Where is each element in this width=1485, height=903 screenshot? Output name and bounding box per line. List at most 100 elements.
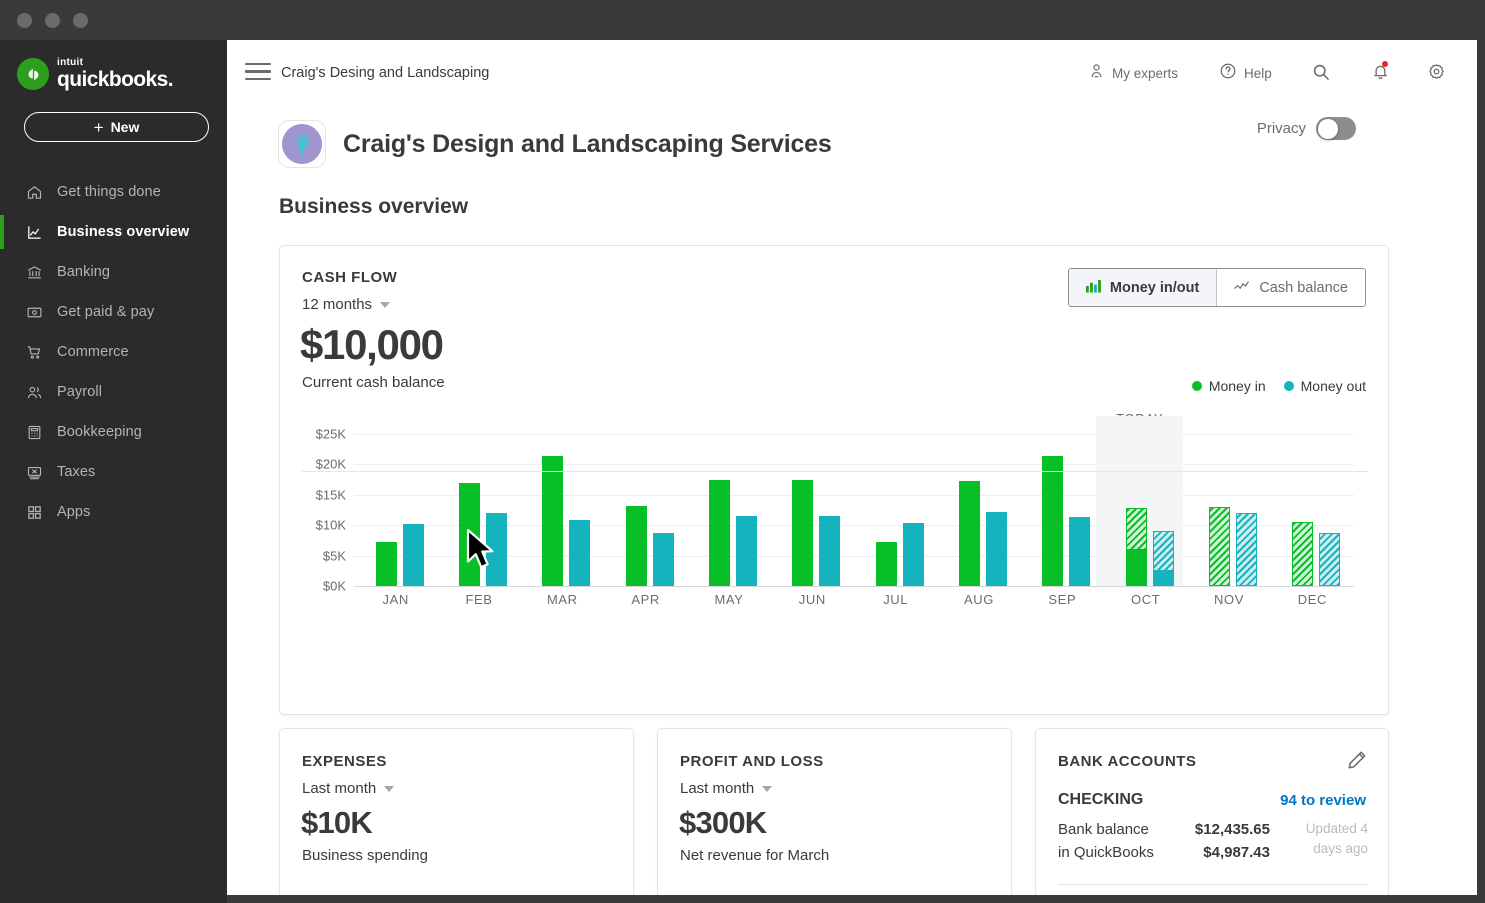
window-maximize-button[interactable] [73,13,88,28]
chart-bar[interactable] [1125,508,1147,586]
chart-bar-actual-portion [1125,548,1147,585]
sidebar-item-payroll[interactable]: Payroll [0,372,227,412]
privacy-toggle[interactable] [1316,117,1356,140]
chart-bar-group[interactable] [1292,434,1341,586]
chart-bar[interactable] [875,542,897,586]
chart-bar[interactable] [625,505,647,586]
window-minimize-button[interactable] [45,13,60,28]
my-experts-button[interactable]: My experts [1088,62,1178,85]
chart-bar-group[interactable] [459,434,507,586]
sidebar-item-label: Apps [57,504,91,520]
sidebar-item-label: Business overview [57,224,190,240]
chart-bar[interactable] [819,516,841,586]
sidebar-item-bookkeeping[interactable]: Bookkeeping [0,412,227,452]
chart-bar-group[interactable] [1125,434,1174,586]
sidebar-item-commerce[interactable]: Commerce [0,332,227,372]
new-button[interactable]: + New [24,112,209,142]
window-close-button[interactable] [17,13,32,28]
sidebar-item-get-paid-and-pay[interactable]: Get paid & pay [0,292,227,332]
chart-bar-group[interactable] [542,434,591,586]
breadcrumb: Craig's Desing and Landscaping [281,65,490,81]
sidebar-item-apps[interactable]: Apps [0,492,227,532]
sidebar-item-label: Banking [57,264,111,280]
chart-bar[interactable] [709,480,730,586]
chart-bar[interactable] [1069,517,1091,586]
sidebar-item-business-overview[interactable]: Business overview [0,212,227,252]
company-avatar-plant-icon [282,124,322,164]
chart-bar[interactable] [402,523,424,586]
chart-bar[interactable] [959,481,980,586]
plus-icon: + [93,117,104,137]
application-window: intuit quickbooks. + New Get things done [0,0,1485,903]
chart-bar-group[interactable] [625,434,674,586]
pencil-icon[interactable] [1346,749,1368,776]
chart-bar-group[interactable] [1209,434,1257,586]
chart-bar[interactable] [792,480,814,586]
bank-row-value: $4,987.43 [1203,844,1270,861]
chart-bar-group[interactable] [792,434,841,586]
company-name: Craig's Design and Landscaping Services [343,129,832,158]
legend-label-money-out: Money out [1300,378,1366,394]
chart-bar[interactable] [1236,513,1257,586]
sidebar-nav: Get things done Business overview Bankin… [0,172,227,532]
chart-y-tick-label: $5K [322,548,346,564]
expenses-period-dropdown[interactable]: Last month [302,780,395,797]
notifications-button[interactable] [1371,61,1390,86]
privacy-toggle-knob [1317,118,1338,139]
quickbooks-logo: intuit quickbooks. [17,58,174,90]
chart-line-icon [26,224,43,241]
bank-accounts-card: BANK ACCOUNTS CHECKING 94 to review Bank… [1035,728,1389,895]
chart-bar[interactable] [375,542,397,586]
chart-bar[interactable] [986,511,1007,586]
legend-swatch-money-out [1283,381,1294,391]
toggle-cash-balance-label: Cash balance [1259,279,1348,296]
chart-bar[interactable] [1209,506,1230,586]
chart-bar-group[interactable] [709,434,757,586]
chart-bar[interactable] [542,455,564,586]
divider [1058,884,1368,885]
avatar[interactable] [278,120,326,168]
chart-x-tick-label: JUN [798,592,826,607]
chart-bar[interactable] [459,482,480,586]
search-button[interactable] [1311,62,1331,87]
tax-icon [26,464,43,481]
search-icon [1311,62,1331,87]
expenses-caption: Business spending [302,847,428,864]
help-button[interactable]: Help [1219,62,1272,85]
toggle-money-in-out[interactable]: Money in/out [1068,269,1217,306]
line-chart-icon [1234,280,1250,296]
chart-bar-group[interactable] [875,434,924,586]
chart-bar[interactable] [902,523,924,586]
chart-x-tick-label: JUL [883,592,909,607]
apps-grid-icon [26,504,43,521]
bank-icon [26,264,43,281]
chart-bar-group[interactable] [1042,434,1091,586]
pnl-title: PROFIT AND LOSS [680,753,824,770]
chart-x-tick-label: NOV [1214,592,1244,607]
settings-button[interactable] [1427,62,1446,86]
sidebar-item-banking[interactable]: Banking [0,252,227,292]
chart-bar[interactable] [569,520,591,586]
chart-y-tick-label: $20K [315,456,346,472]
cash-flow-chart[interactable]: TODAY $0K$5K$10K$15K$20K$25KJANFEBMARAPR… [280,411,1390,646]
chart-bar[interactable] [652,532,674,586]
sidebar-item-taxes[interactable]: Taxes [0,452,227,492]
pnl-period-dropdown[interactable]: Last month [680,780,773,797]
chart-bar[interactable] [1292,522,1314,586]
chart-bar[interactable] [1319,532,1341,586]
legend-label-money-in: Money in [1208,378,1266,394]
legend-entry-money-in: Money in [1191,378,1266,394]
cash-flow-period-dropdown[interactable]: 12 months [302,296,391,313]
chart-bar-group[interactable] [959,434,1007,586]
bar-chart-icon [1085,279,1101,297]
chart-bar[interactable] [736,516,757,586]
chart-bar[interactable] [1042,455,1064,586]
toggle-cash-balance[interactable]: Cash balance [1216,269,1365,306]
chart-bar[interactable] [1152,531,1174,586]
sidebar-item-get-things-done[interactable]: Get things done [0,172,227,212]
chart-bar-group[interactable] [375,434,424,586]
hamburger-icon[interactable] [245,63,271,81]
chart-bar[interactable] [486,513,507,586]
chevron-down-icon [384,785,395,792]
bank-to-review-link[interactable]: 94 to review [1280,792,1366,809]
